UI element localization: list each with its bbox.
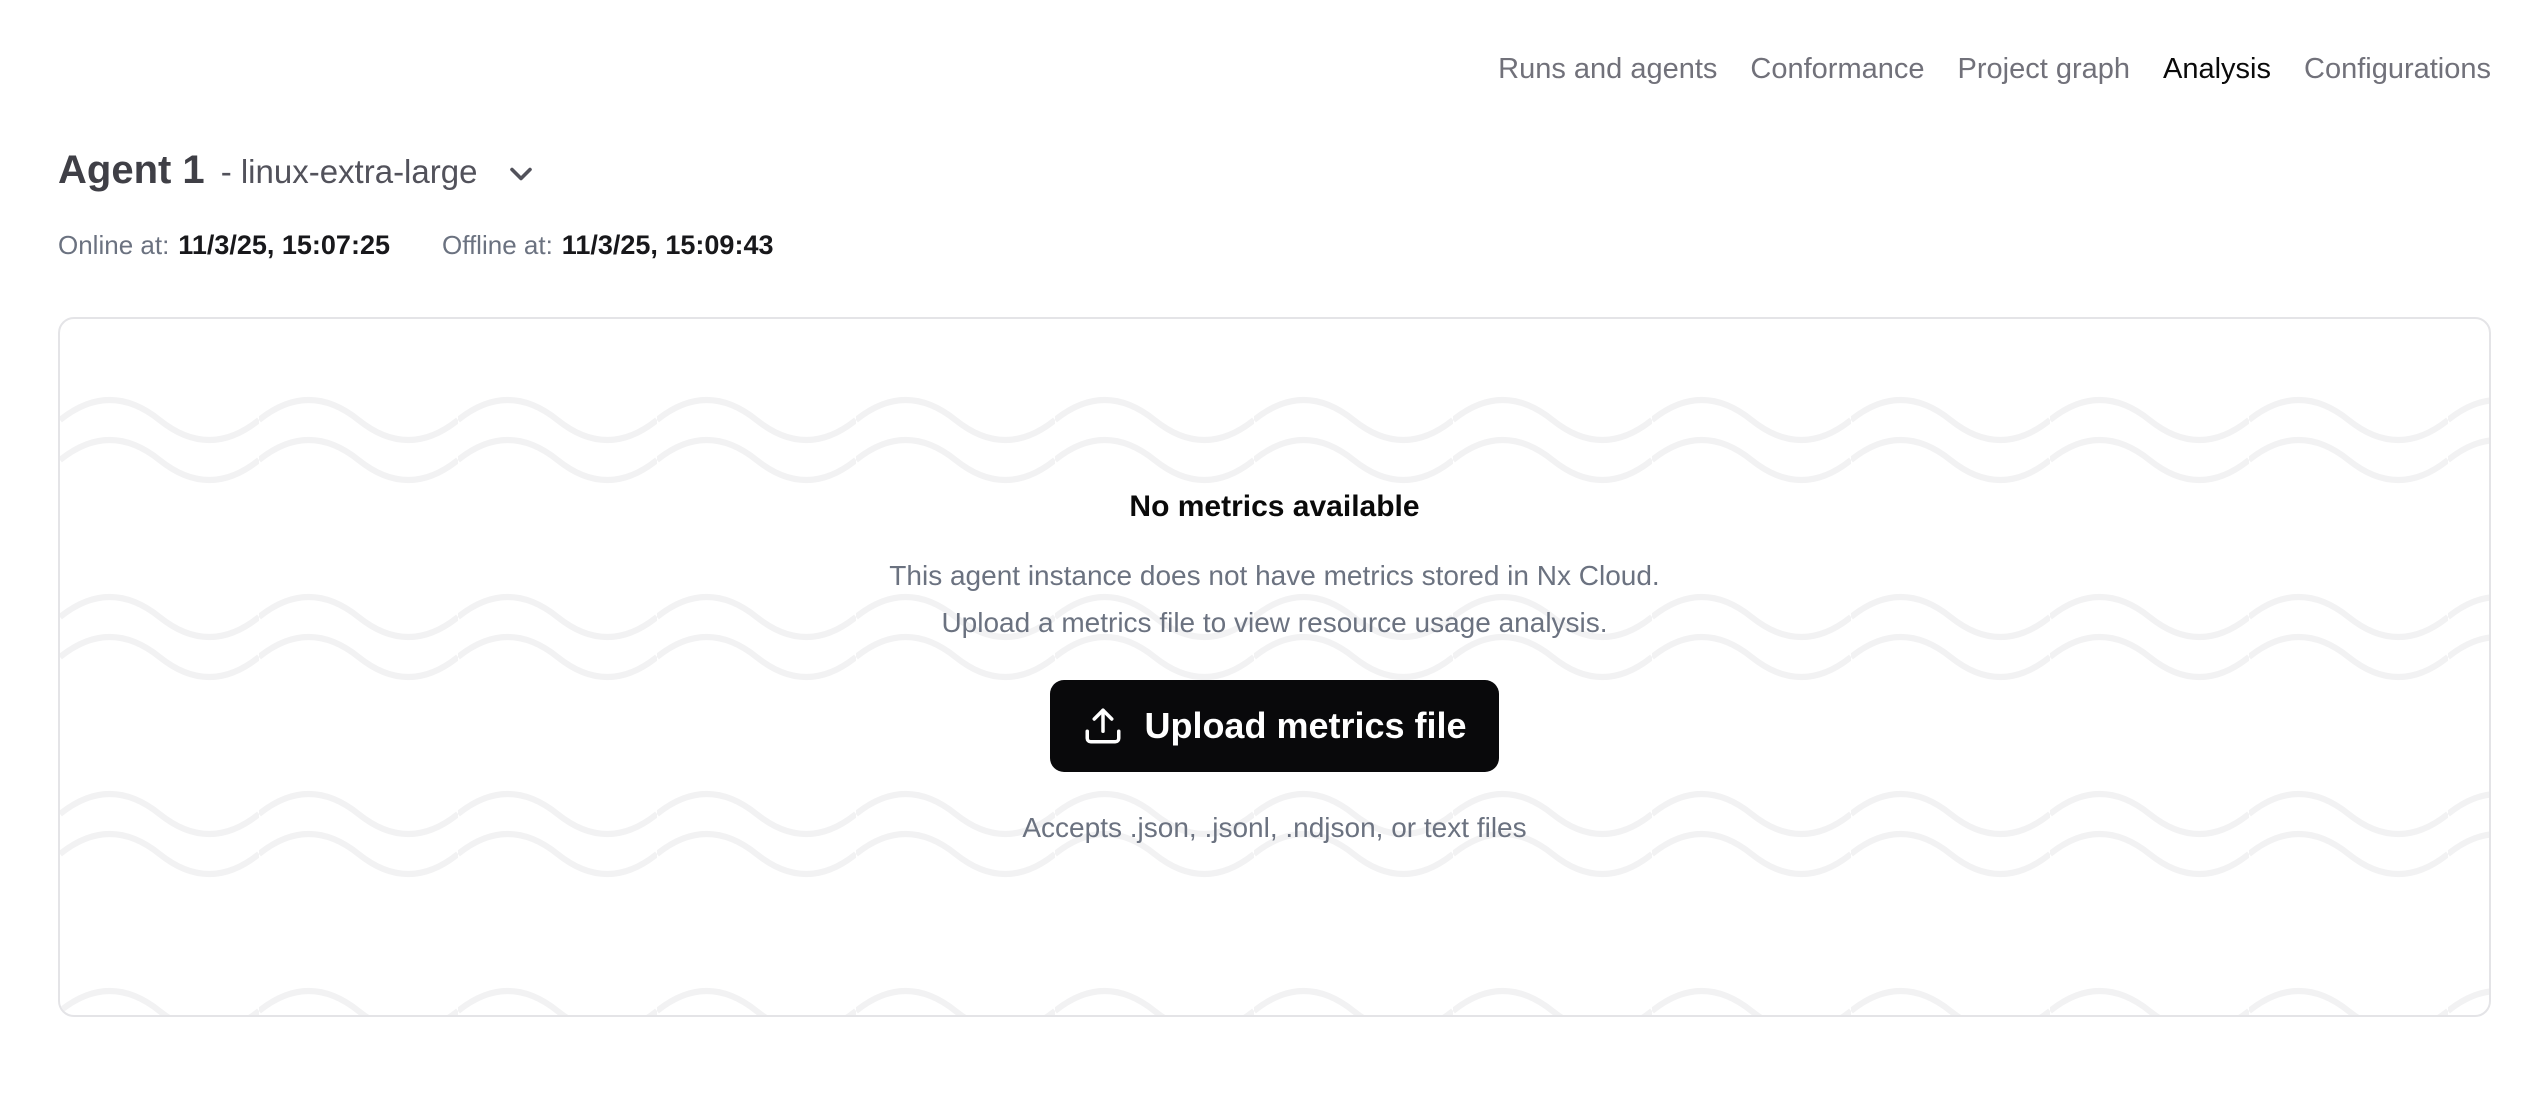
offline-at-value: 11/3/25, 15:09:43 xyxy=(562,230,774,261)
empty-state-heading: No metrics available xyxy=(1129,488,1419,526)
agent-title-row: Agent 1 - linux-extra-large xyxy=(58,146,539,197)
accepted-file-types-caption: Accepts .json, .jsonl, .ndjson, or text … xyxy=(1022,809,1526,847)
nav-configurations[interactable]: Configurations xyxy=(2304,52,2491,86)
agent-launch-template: - linux-extra-large xyxy=(221,153,478,191)
agent-meta-row: Online at: 11/3/25, 15:07:25 Offline at:… xyxy=(58,230,773,261)
online-at-value: 11/3/25, 15:07:25 xyxy=(178,230,390,261)
offline-at-label: Offline at: xyxy=(442,230,553,261)
nav-analysis[interactable]: Analysis xyxy=(2163,52,2271,86)
no-metrics-empty-state: No metrics available This agent instance… xyxy=(60,319,2489,1015)
nav-conformance[interactable]: Conformance xyxy=(1750,52,1924,86)
empty-state-line1: This agent instance does not have metric… xyxy=(889,560,1659,591)
top-navigation: Runs and agents Conformance Project grap… xyxy=(1498,52,2491,86)
nav-runs-and-agents[interactable]: Runs and agents xyxy=(1498,52,1717,86)
online-at: Online at: 11/3/25, 15:07:25 xyxy=(58,230,390,261)
agent-analysis-page: Runs and agents Conformance Project grap… xyxy=(0,0,2546,1112)
nav-project-graph[interactable]: Project graph xyxy=(1958,52,2131,86)
page-title: Agent 1 xyxy=(58,146,205,194)
offline-at: Offline at: 11/3/25, 15:09:43 xyxy=(442,230,774,261)
empty-state-description: This agent instance does not have metric… xyxy=(889,552,1659,646)
chevron-down-icon[interactable] xyxy=(503,156,539,197)
upload-metrics-button[interactable]: Upload metrics file xyxy=(1050,680,1498,772)
empty-state-line2: Upload a metrics file to view resource u… xyxy=(941,607,1607,638)
upload-icon xyxy=(1082,705,1124,747)
metrics-card: No metrics available This agent instance… xyxy=(58,317,2491,1017)
online-at-label: Online at: xyxy=(58,230,169,261)
upload-button-label: Upload metrics file xyxy=(1144,705,1466,747)
